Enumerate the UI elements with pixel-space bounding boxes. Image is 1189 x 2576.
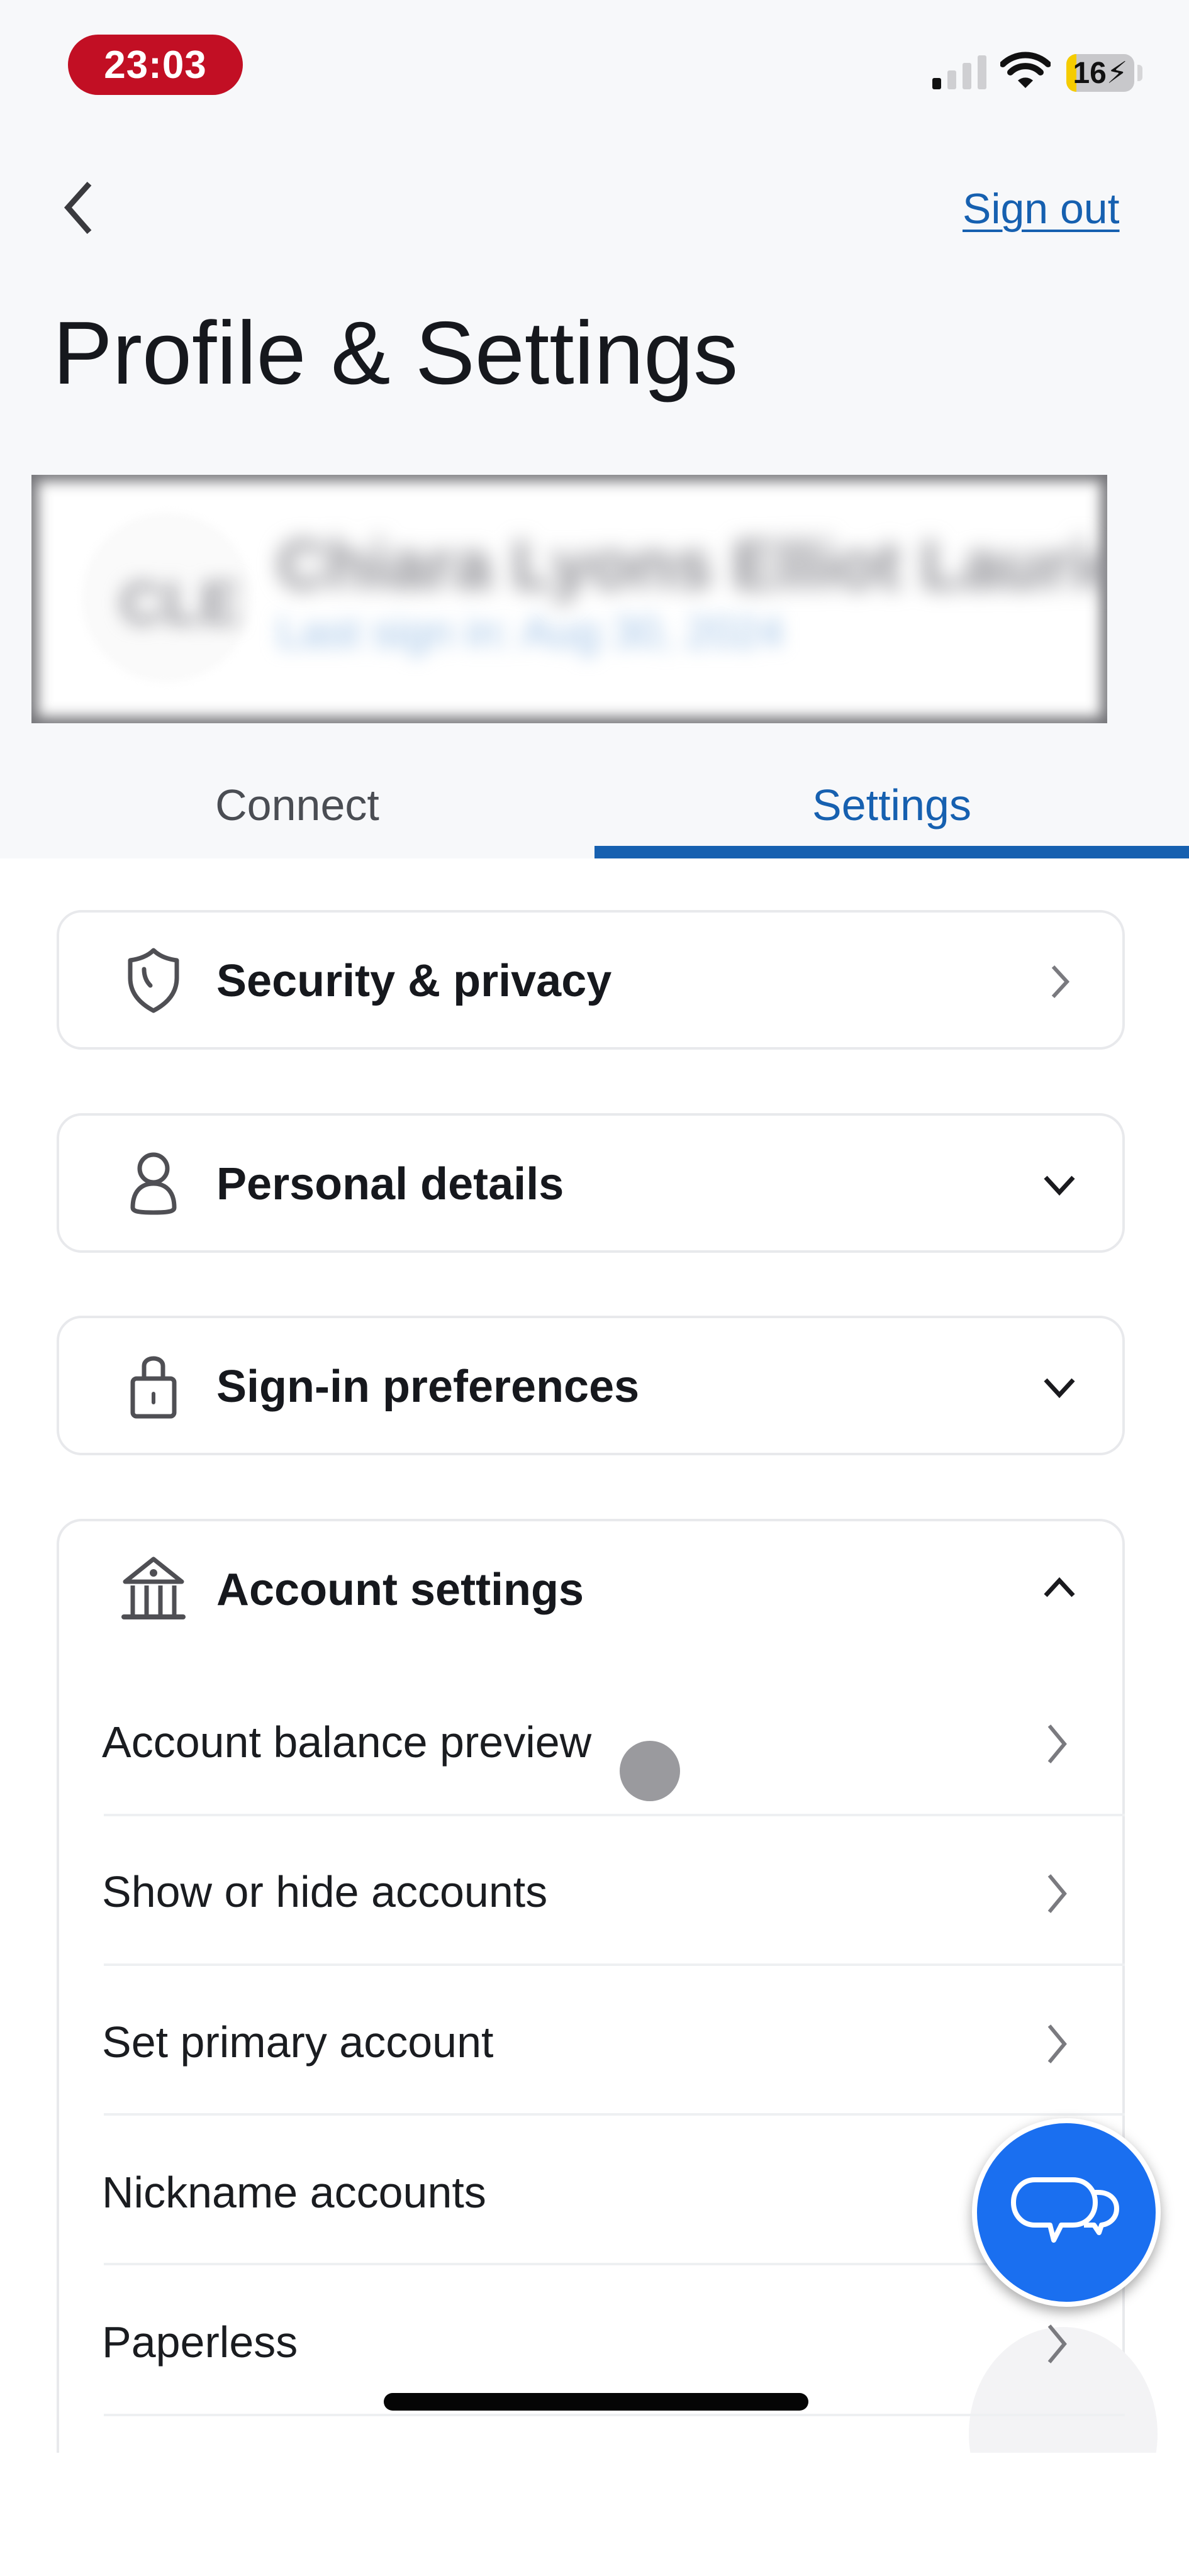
divider <box>104 2414 1125 2416</box>
list-item-set-primary-account[interactable]: Set primary account <box>57 1965 1125 2115</box>
list-item-label: Set primary account <box>102 2018 494 2067</box>
tab-connect[interactable]: Connect <box>0 767 594 843</box>
profile-card: CLE Chiara Lyons Elliot Laurie Last sign… <box>31 475 1107 723</box>
avatar-initials: CLE <box>120 570 240 637</box>
chevron-down-icon <box>1044 1175 1075 1196</box>
battery-indicator: 16 ⚡︎ <box>1066 54 1134 92</box>
battery-nub <box>1137 65 1142 81</box>
bank-icon <box>121 1557 186 1619</box>
list-item-label: Account balance preview <box>102 1718 592 1767</box>
touch-indicator <box>620 1741 680 1801</box>
list-item-show-hide-accounts[interactable]: Show or hide accounts <box>57 1815 1125 1965</box>
section-security-privacy[interactable]: Security & privacy <box>57 910 1125 1050</box>
list-item-label: Nickname accounts <box>102 2168 486 2217</box>
chat-button[interactable] <box>972 2118 1161 2307</box>
list-item-account-balance-preview[interactable]: Account balance preview <box>57 1665 1125 1815</box>
tab-settings[interactable]: Settings <box>594 767 1189 843</box>
list-item-label: Show or hide accounts <box>102 1867 548 1916</box>
chevron-right-icon <box>1051 965 1070 999</box>
list-item-nickname-accounts[interactable]: Nickname accounts <box>57 2116 1125 2265</box>
person-icon <box>130 1152 177 1215</box>
charging-bolt-icon: ⚡︎ <box>1106 57 1128 90</box>
last-sign-in: Last sign in: Aug 30, 2024 <box>277 608 784 657</box>
status-time: 23:03 <box>68 35 243 95</box>
back-button[interactable] <box>57 176 101 239</box>
cellular-signal-icon <box>932 55 986 89</box>
account-settings-header[interactable]: Account settings <box>59 1521 1122 1661</box>
chevron-down-icon <box>1044 1378 1075 1399</box>
section-label: Account settings <box>216 1565 584 1615</box>
chevron-right-icon <box>1047 2324 1067 2363</box>
shield-icon <box>128 948 179 1013</box>
page-title: Profile & Settings <box>53 303 739 403</box>
chevron-left-icon <box>64 181 92 234</box>
chevron-right-icon <box>1047 2024 1067 2063</box>
home-indicator[interactable] <box>384 2393 808 2411</box>
section-sign-in-preferences[interactable]: Sign-in preferences <box>57 1316 1125 1455</box>
battery-percent: 16 <box>1073 56 1107 90</box>
bottom-safe-area <box>0 2453 1189 2576</box>
section-personal-details[interactable]: Personal details <box>57 1113 1125 1253</box>
chevron-right-icon <box>1047 1874 1067 1913</box>
section-label: Personal details <box>216 1159 564 1209</box>
active-tab-indicator <box>594 846 1189 858</box>
chevron-right-icon <box>1047 1724 1067 1763</box>
section-label: Sign-in preferences <box>216 1362 640 1412</box>
wifi-icon <box>1000 52 1051 88</box>
sign-out-link[interactable]: Sign out <box>963 184 1120 233</box>
section-label: Security & privacy <box>216 956 612 1006</box>
lock-icon <box>130 1356 177 1419</box>
chat-bubbles-icon <box>1011 2177 1119 2243</box>
profile-name: Chiara Lyons Elliot Laurie <box>277 526 1107 604</box>
list-item-label: Paperless <box>102 2318 298 2367</box>
chevron-up-icon <box>1044 1577 1075 1597</box>
